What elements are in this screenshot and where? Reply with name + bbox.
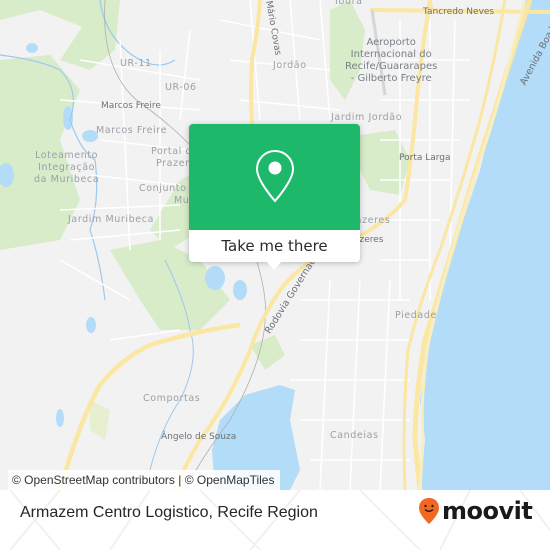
map-label-angelo-de-souza: Ângelo de Souza: [161, 432, 237, 442]
popup-header[interactable]: [189, 124, 360, 230]
map-label-comportas: Comportas: [143, 393, 201, 404]
pond: [205, 266, 225, 290]
moovit-wordmark: moovit: [442, 497, 533, 525]
take-me-there-popup[interactable]: Take me there: [189, 124, 360, 270]
map-label-jordao: Jordão: [273, 60, 307, 71]
park-area: [90, 400, 110, 440]
map-label-ur06: UR-06: [165, 82, 197, 93]
highway-west: [57, 322, 241, 490]
map-label-loteamento: Loteamento Integração da Muribeca: [34, 150, 100, 185]
map-label-jardim-jordao: Jardim Jordão: [331, 112, 403, 123]
take-me-there-button[interactable]: Take me there: [189, 230, 360, 262]
map-attribution[interactable]: © OpenStreetMap contributors | © OpenMap…: [8, 470, 281, 490]
map-label-tancredo-neves: Tancredo Neves: [423, 7, 495, 17]
pond: [233, 280, 247, 300]
map-label-ur11: UR-11: [120, 58, 152, 69]
map-label-marcos-freire-street: Marcos Freire: [101, 101, 161, 111]
footer-bar: Armazem Centro Logistico, Recife Region …: [0, 490, 550, 550]
location-pin-icon: [255, 149, 294, 203]
moovit-logo[interactable]: moovit: [418, 496, 533, 526]
pond: [56, 409, 64, 427]
map-label-candeias: Candeias: [330, 430, 379, 441]
pond: [63, 106, 73, 130]
moovit-pin-icon: [419, 498, 439, 524]
location-title: Armazem Centro Logistico, Recife Region: [20, 504, 318, 521]
pond: [86, 317, 96, 333]
map-label-piedade: Piedade: [395, 310, 437, 321]
map-view[interactable]: Ibura Tancredo Neves Mário Covas UR-11 U…: [0, 0, 550, 490]
pond: [26, 43, 38, 53]
map-label-marcos-freire: Marcos Freire: [96, 125, 168, 136]
map-label-jardim-muribeca: Jardim Muribeca: [68, 214, 154, 225]
popup-pointer: [266, 261, 282, 270]
map-label-ibura: Ibura: [335, 0, 363, 7]
map-label-airport: Aeroporto Internacional do Recife/Guarar…: [345, 37, 438, 84]
map-label-porta-larga: Porta Larga: [399, 153, 451, 163]
